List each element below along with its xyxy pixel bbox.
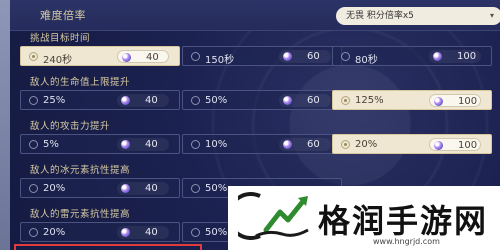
option-value: 125% (355, 95, 384, 106)
option-value: 10% (205, 139, 228, 150)
option-points: 100 (457, 51, 477, 62)
radio-icon (341, 140, 350, 149)
option-value: 150秒 (205, 55, 235, 66)
option-time-80[interactable]: 80秒 100 (332, 46, 492, 66)
radio-icon (191, 184, 200, 193)
radio-icon (29, 140, 38, 149)
radio-icon (191, 228, 200, 237)
option-points: 60 (307, 139, 320, 150)
section-title-target-time: 挑战目标时间 (30, 33, 91, 44)
points-pill: 60 (279, 138, 331, 151)
option-value: 5% (43, 139, 59, 150)
option-points: 40 (145, 95, 158, 106)
chevron-down-icon: ▾ (489, 11, 494, 20)
gem-icon (434, 97, 443, 106)
points-pill: 40 (117, 50, 169, 63)
option-atk-20[interactable]: 20% 100 (332, 134, 492, 154)
points-pill: 100 (429, 50, 481, 63)
gem-icon (121, 184, 130, 193)
option-points: 40 (146, 52, 159, 63)
logo-icon (238, 192, 309, 240)
section-title-electro-res: 敌人的雷元素抗性提高 (30, 209, 131, 220)
option-value: 240秒 (43, 55, 73, 66)
points-pill: 40 (117, 226, 169, 239)
radio-icon (191, 140, 200, 149)
gem-icon (121, 96, 130, 105)
option-points: 60 (307, 95, 320, 106)
points-pill: 40 (117, 138, 169, 151)
gem-icon (433, 52, 442, 61)
gem-icon (283, 96, 292, 105)
gem-icon (121, 140, 130, 149)
left-edge-strip (0, 0, 10, 250)
option-cryo-20[interactable]: 20% 40 (20, 178, 180, 198)
option-points: 60 (307, 51, 320, 62)
highlight-box (14, 244, 202, 250)
points-pill: 60 (279, 94, 331, 107)
option-value: 20% (355, 139, 378, 150)
radio-icon (29, 184, 38, 193)
section-title-enemy-hp: 敌人的生命值上限提升 (30, 77, 131, 88)
option-value: 50% (205, 183, 228, 194)
option-electro-20[interactable]: 20% 40 (20, 222, 180, 242)
option-atk-5[interactable]: 5% 40 (20, 134, 180, 154)
option-hp-125[interactable]: 125% 100 (332, 90, 492, 110)
gem-icon (434, 141, 443, 150)
difficulty-select[interactable]: 无畏 积分倍率x5 ▾ (336, 7, 500, 25)
option-points: 40 (145, 227, 158, 238)
option-value: 50% (205, 227, 228, 238)
option-points: 100 (458, 140, 478, 151)
option-value: 25% (43, 95, 66, 106)
points-pill: 100 (429, 94, 481, 107)
option-value: 80秒 (355, 55, 378, 66)
radio-icon (29, 52, 38, 61)
radio-icon (341, 52, 350, 61)
radio-icon (29, 96, 38, 105)
radio-icon (191, 52, 200, 61)
watermark-url: www.hngrjd.com (373, 237, 440, 246)
option-value: 50% (205, 95, 228, 106)
points-pill: 40 (117, 94, 169, 107)
option-time-240[interactable]: 240秒 40 (20, 46, 180, 66)
option-hp-50[interactable]: 50% 60 (182, 90, 342, 110)
option-points: 100 (458, 96, 478, 107)
difficulty-title: 难度倍率 (40, 9, 86, 22)
gem-icon (122, 53, 131, 62)
points-pill: 100 (429, 138, 481, 151)
gem-icon (283, 140, 292, 149)
challenge-settings-panel: 难度倍率 无畏 积分倍率x5 ▾ 挑战目标时间 240秒 40 150秒 60 … (0, 0, 500, 250)
points-pill: 60 (279, 50, 331, 63)
section-title-cryo-res: 敌人的冰元素抗性提高 (30, 165, 131, 176)
difficulty-select-value: 无畏 积分倍率x5 (346, 11, 414, 21)
radio-icon (341, 96, 350, 105)
option-value: 20% (43, 183, 66, 194)
option-points: 40 (145, 139, 158, 150)
difficulty-header: 难度倍率 无畏 积分倍率x5 ▾ (10, 0, 500, 31)
option-value: 20% (43, 227, 66, 238)
option-time-150[interactable]: 150秒 60 (182, 46, 342, 66)
option-points: 40 (145, 183, 158, 194)
radio-icon (191, 96, 200, 105)
option-atk-10[interactable]: 10% 60 (182, 134, 342, 154)
watermark-text: 格润手游网 (318, 202, 489, 240)
gem-icon (283, 52, 292, 61)
radio-icon (29, 228, 38, 237)
gem-icon (121, 228, 130, 237)
option-hp-25[interactable]: 25% 40 (20, 90, 180, 110)
section-title-enemy-atk: 敌人的攻击力提升 (30, 121, 111, 132)
points-pill: 40 (117, 182, 169, 195)
